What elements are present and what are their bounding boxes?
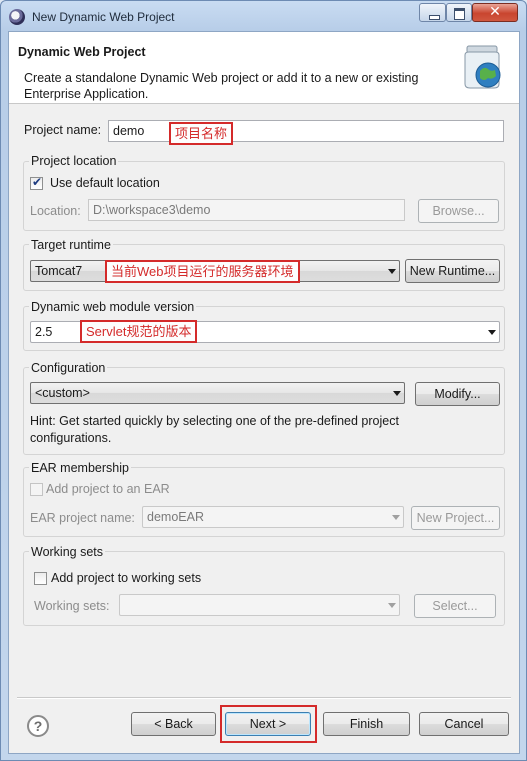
footer-separator bbox=[17, 697, 511, 699]
finish-button[interactable]: Finish bbox=[323, 712, 410, 736]
chevron-down-icon bbox=[388, 269, 396, 274]
new-ear-project-button[interactable]: New Project... bbox=[411, 506, 500, 530]
location-label: Location: bbox=[30, 204, 81, 218]
configuration-group-label: Configuration bbox=[29, 361, 108, 375]
working-sets-select[interactable] bbox=[119, 594, 400, 616]
module-version-group-label: Dynamic web module version bbox=[29, 300, 197, 314]
configuration-hint: Hint: Get started quickly by selecting o… bbox=[30, 414, 399, 445]
close-icon: ✕ bbox=[489, 4, 501, 20]
dialog-client-area: Dynamic Web Project Create a standalone … bbox=[8, 31, 520, 754]
window-title: New Dynamic Web Project bbox=[32, 10, 175, 24]
page-title: Dynamic Web Project bbox=[18, 45, 146, 59]
title-bar[interactable]: New Dynamic Web Project ✕ bbox=[1, 1, 526, 31]
configuration-select[interactable]: <custom> bbox=[30, 382, 405, 404]
add-to-working-sets-label[interactable]: Add project to working sets bbox=[51, 571, 201, 585]
eclipse-icon bbox=[9, 9, 25, 25]
wizard-header: Dynamic Web Project Create a standalone … bbox=[9, 32, 519, 104]
minimize-button[interactable] bbox=[419, 3, 446, 22]
new-runtime-button[interactable]: New Runtime... bbox=[405, 259, 500, 283]
next-button-highlight bbox=[220, 705, 317, 743]
working-sets-label: Working sets: bbox=[34, 599, 110, 613]
close-button[interactable]: ✕ bbox=[472, 3, 518, 22]
use-default-location-label[interactable]: Use default location bbox=[50, 176, 160, 190]
project-name-input[interactable]: demo bbox=[108, 120, 504, 142]
chevron-down-icon bbox=[392, 515, 400, 520]
web-project-jar-icon bbox=[464, 45, 501, 89]
use-default-location-checkbox[interactable]: ✔ bbox=[30, 175, 43, 190]
ear-project-name-value: demoEAR bbox=[147, 510, 204, 524]
dialog-window: New Dynamic Web Project ✕ Dynamic Web Pr… bbox=[0, 0, 527, 761]
target-runtime-group-label: Target runtime bbox=[29, 238, 113, 252]
add-to-working-sets-checkbox[interactable] bbox=[34, 572, 47, 585]
browse-button[interactable]: Browse... bbox=[418, 199, 499, 223]
chevron-down-icon bbox=[393, 391, 401, 396]
module-version-annotation: Servlet规范的版本 bbox=[80, 320, 198, 343]
module-version-value: 2.5 bbox=[35, 325, 53, 339]
wizard-body: Project name: demo 项目名称 Project location… bbox=[9, 105, 519, 755]
select-working-sets-button[interactable]: Select... bbox=[414, 594, 496, 618]
check-icon: ✔ bbox=[32, 175, 43, 189]
project-location-group-label: Project location bbox=[29, 154, 119, 168]
project-name-label: Project name: bbox=[24, 123, 102, 137]
add-to-ear-label[interactable]: Add project to an EAR bbox=[46, 482, 170, 496]
location-input[interactable]: D:\workspace3\demo bbox=[88, 199, 405, 221]
project-name-annotation: 项目名称 bbox=[169, 122, 234, 145]
cancel-button[interactable]: Cancel bbox=[419, 712, 509, 736]
target-runtime-annotation: 当前Web项目运行的服务器环境 bbox=[105, 260, 300, 283]
chevron-down-icon bbox=[388, 603, 396, 608]
add-to-ear-checkbox[interactable] bbox=[30, 483, 43, 496]
working-sets-group-label: Working sets bbox=[29, 545, 106, 559]
target-runtime-value: Tomcat7 bbox=[35, 264, 83, 278]
ear-membership-group-label: EAR membership bbox=[29, 461, 131, 475]
chevron-down-icon bbox=[488, 330, 496, 335]
ear-project-name-select[interactable]: demoEAR bbox=[142, 506, 404, 528]
ear-project-name-label: EAR project name: bbox=[30, 511, 135, 525]
configuration-value: <custom> bbox=[35, 386, 90, 400]
maximize-button[interactable] bbox=[446, 3, 472, 22]
page-description: Create a standalone Dynamic Web project … bbox=[24, 71, 419, 101]
back-button[interactable]: < Back bbox=[131, 712, 216, 736]
modify-button[interactable]: Modify... bbox=[415, 382, 500, 406]
help-icon[interactable]: ? bbox=[27, 715, 49, 737]
